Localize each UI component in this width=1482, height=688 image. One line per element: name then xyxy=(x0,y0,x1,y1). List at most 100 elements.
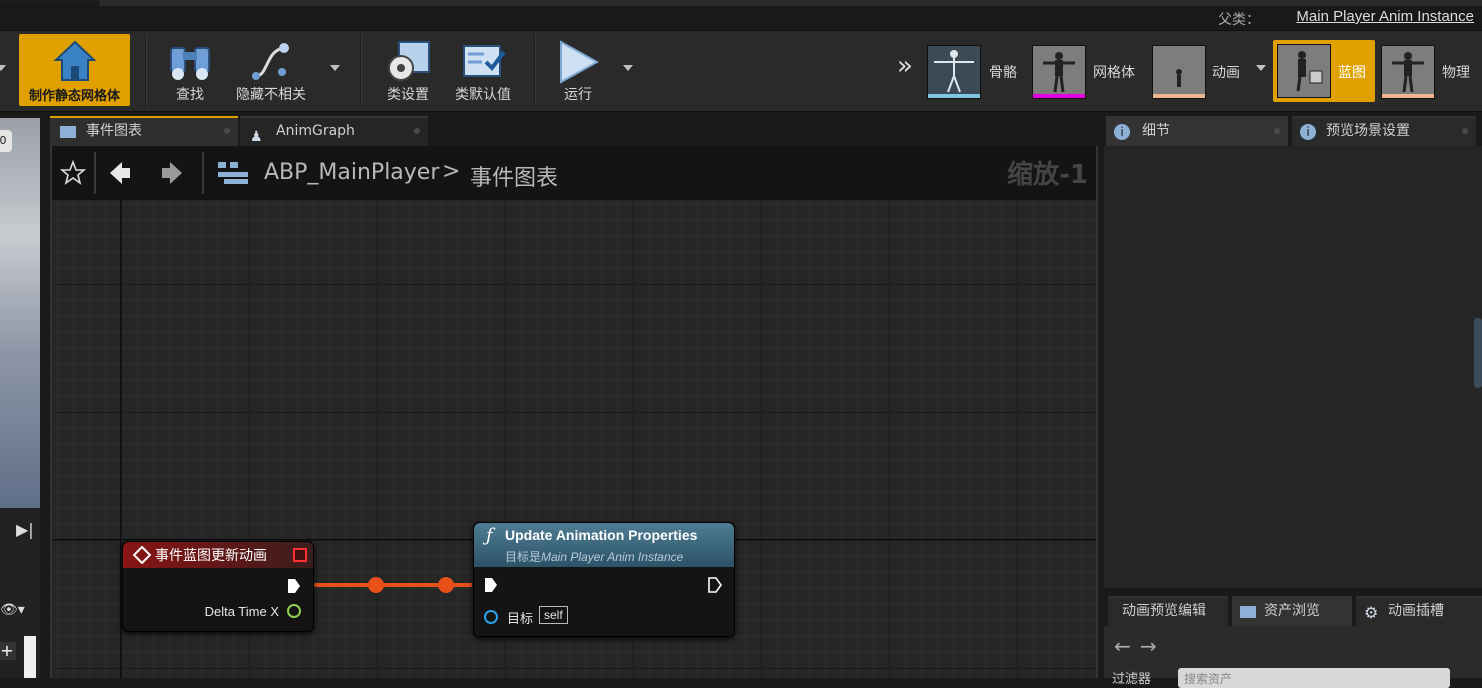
object-pin-icon[interactable] xyxy=(484,610,498,624)
tab-event-graph-label: 事件图表 xyxy=(86,123,142,139)
exec-out-pin-icon[interactable] xyxy=(287,578,301,594)
binoculars-icon xyxy=(170,47,210,80)
event-node-title: 事件蓝图更新动画 xyxy=(155,548,267,564)
animation-mode-thumb[interactable] xyxy=(1152,45,1206,99)
play-icon xyxy=(560,40,600,84)
tab-preview-scene-settings[interactable]: i 预览场景设置 xyxy=(1292,116,1476,146)
make-static-mesh-label: 制作静态网格体 xyxy=(28,89,120,104)
hide-unrelated-button[interactable]: 隐藏不相关 xyxy=(230,34,312,106)
more-modes-icon[interactable]: » xyxy=(897,51,913,81)
tab-close-icon[interactable] xyxy=(1274,128,1280,134)
make-static-mesh-button[interactable]: 制作静态网格体 xyxy=(19,34,130,106)
mesh-mode-thumb[interactable] xyxy=(1032,45,1086,99)
update-animation-properties-node[interactable]: ƒ Update Animation Properties 目标是Main Pl… xyxy=(473,522,735,637)
wire-reroute-point[interactable] xyxy=(368,577,384,593)
wire-reroute-point[interactable] xyxy=(438,577,454,593)
function-icon: ƒ xyxy=(486,525,493,546)
hide-unrelated-label: 隐藏不相关 xyxy=(236,87,306,103)
tab-anim-graph-label: AnimGraph xyxy=(276,123,355,139)
parent-class-link[interactable]: Main Player Anim Instance xyxy=(1296,8,1474,25)
hide-unrelated-dropdown-icon[interactable] xyxy=(330,65,340,71)
tab-asset-browser[interactable]: 资产浏览 xyxy=(1232,596,1352,626)
mesh-mode-label[interactable]: 网格体 xyxy=(1093,62,1135,82)
skeleton-mode-thumb[interactable] xyxy=(927,45,981,99)
character-physics-icon xyxy=(1392,52,1424,93)
class-settings-label: 类设置 xyxy=(387,87,429,103)
parent-class-bar: 父类： Main Player Anim Instance xyxy=(0,6,1482,30)
target-self-value: self xyxy=(539,606,568,624)
graph-icon xyxy=(60,126,76,138)
nodes-link-icon xyxy=(252,43,289,80)
house-icon xyxy=(52,40,97,81)
character-mesh-icon xyxy=(1043,52,1075,93)
add-icon[interactable]: + xyxy=(0,642,16,660)
viewport-badge[interactable]: 0 xyxy=(0,130,12,152)
target-pin-label: 目标 xyxy=(507,612,534,627)
bottom-tabs: 动画预览编辑 资产浏览 ⚙ 动画插槽 xyxy=(1104,596,1482,626)
function-node-subtitle: 目标是Main Player Anim Instance xyxy=(505,548,683,565)
blueprint-mode-label[interactable]: 蓝图 xyxy=(1338,62,1366,82)
parent-class-label: 父类： xyxy=(1218,12,1260,28)
checklist-icon xyxy=(463,45,506,77)
timeline-scrollbar[interactable] xyxy=(24,636,36,678)
document-tabs: 事件图表 ♟ AnimGraph xyxy=(50,116,1096,146)
tab-anim-preview-editor[interactable]: 动画预览编辑 xyxy=(1108,596,1228,626)
class-defaults-button[interactable]: 类默认值 xyxy=(450,34,516,106)
physics-mode-label[interactable]: 物理 xyxy=(1442,62,1470,82)
tab-anim-slots-label: 动画插槽 xyxy=(1388,603,1444,619)
event-node-header: 事件蓝图更新动画 xyxy=(123,542,313,568)
viewport-preview[interactable]: 0 xyxy=(0,118,40,508)
delta-time-pin-label: Delta Time X xyxy=(204,604,279,619)
function-node-header: ƒ Update Animation Properties 目标是Main Pl… xyxy=(474,523,734,567)
tab-close-icon[interactable] xyxy=(414,128,420,134)
tab-anim-graph[interactable]: ♟ AnimGraph xyxy=(240,116,428,146)
event-blueprint-update-animation-node[interactable]: 事件蓝图更新动画 Delta Time X xyxy=(122,541,314,632)
eye-icon[interactable]: 👁▾ xyxy=(0,602,25,618)
back-arrow-icon[interactable]: ← xyxy=(1114,634,1131,658)
float-pin-icon[interactable] xyxy=(287,604,301,618)
tab-event-graph[interactable]: 事件图表 xyxy=(50,116,238,146)
exec-out-pin-icon[interactable] xyxy=(708,577,722,593)
tab-close-icon[interactable] xyxy=(1462,128,1468,134)
tab-anim-slots[interactable]: ⚙ 动画插槽 xyxy=(1356,596,1482,626)
function-node-title: Update Animation Properties xyxy=(505,527,698,543)
gear-icon xyxy=(388,41,430,81)
character-blueprint-icon xyxy=(1296,51,1323,92)
tab-preview-scene-label: 预览场景设置 xyxy=(1326,123,1410,139)
tab-details[interactable]: i 细节 xyxy=(1106,116,1288,146)
delegate-pin-icon[interactable] xyxy=(293,548,307,562)
details-panel-body xyxy=(1104,146,1482,588)
run-button[interactable]: 运行 xyxy=(548,34,608,106)
physics-mode-thumb[interactable] xyxy=(1381,45,1435,99)
info-icon: i xyxy=(1300,124,1316,140)
character-anim-icon xyxy=(1176,69,1182,87)
skeleton-icon xyxy=(934,50,974,93)
class-defaults-label: 类默认值 xyxy=(455,87,511,103)
class-settings-button[interactable]: 类设置 xyxy=(378,34,438,106)
tab-anim-preview-label: 动画预览编辑 xyxy=(1122,603,1206,619)
run-dropdown-icon[interactable] xyxy=(623,65,633,71)
slot-icon: ⚙ xyxy=(1364,603,1379,622)
chevron-down-icon[interactable] xyxy=(0,65,6,71)
panel-scroll-handle[interactable] xyxy=(1474,318,1482,388)
tab-details-label: 细节 xyxy=(1142,123,1170,139)
main-toolbar: 制作静态网格体 查找 隐藏不相关 类设置 类默认值 运行 » 骨骼 网格体 动画… xyxy=(0,30,1482,112)
function-subtitle-class: Main Player Anim Instance xyxy=(541,550,684,564)
blueprint-mode-thumb[interactable] xyxy=(1277,44,1331,98)
find-label: 查找 xyxy=(176,87,204,103)
function-subtitle-prefix: 目标是 xyxy=(505,550,542,564)
run-label: 运行 xyxy=(564,87,592,103)
info-icon: i xyxy=(1114,124,1130,140)
find-button[interactable]: 查找 xyxy=(160,34,220,106)
skeleton-mode-label[interactable]: 骨骼 xyxy=(989,62,1017,82)
tab-close-icon[interactable] xyxy=(224,128,230,134)
exec-in-pin-icon[interactable] xyxy=(484,577,498,593)
graph-canvas[interactable]: ABP_MainPlayer > 事件图表 缩放-1 事件蓝图更新动画 Delt… xyxy=(50,146,1098,678)
forward-arrow-icon[interactable]: → xyxy=(1140,634,1157,658)
animation-mode-dropdown-icon[interactable] xyxy=(1256,65,1266,71)
tab-asset-browser-label: 资产浏览 xyxy=(1264,603,1320,619)
grid-icon xyxy=(1240,606,1256,618)
animation-mode-label[interactable]: 动画 xyxy=(1212,62,1240,82)
play-forward-icon[interactable]: ▶| xyxy=(16,520,34,539)
asset-search-placeholder: 搜索资产 xyxy=(1184,672,1233,686)
